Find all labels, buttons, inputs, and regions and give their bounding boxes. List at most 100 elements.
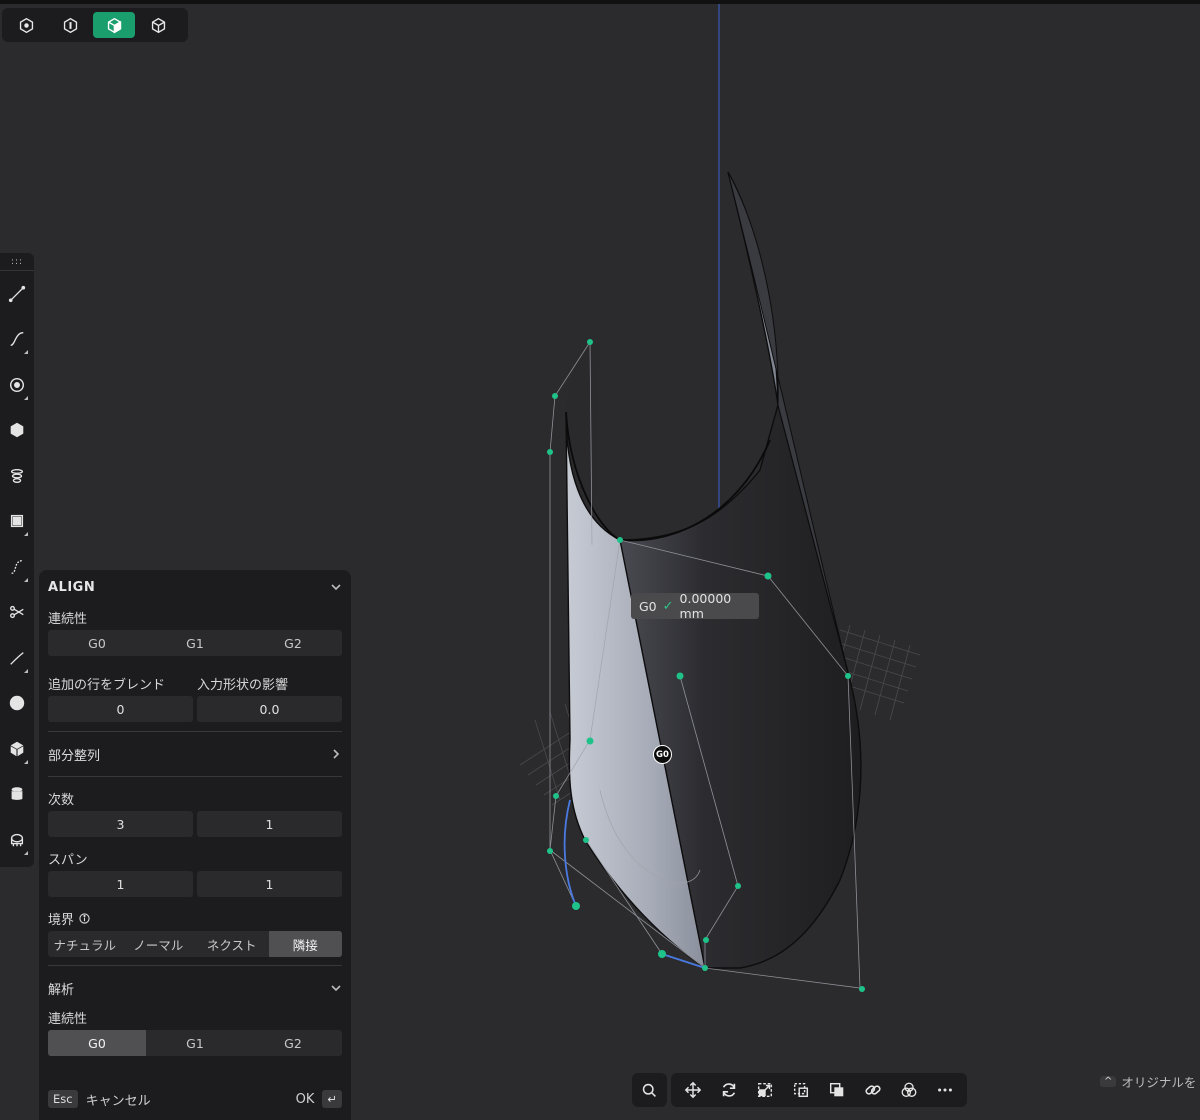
curve-tool-button[interactable]	[0, 317, 34, 363]
continuity-option-g1[interactable]: G1	[146, 630, 244, 656]
search-button[interactable]	[632, 1073, 667, 1107]
ok-label: OK	[295, 1091, 315, 1107]
boolean-icon	[829, 1082, 844, 1097]
blend-curve-button[interactable]	[0, 635, 34, 681]
continuity-label: 連続性	[48, 611, 88, 627]
keyboard-hint: ^ オリジナルを	[1100, 1072, 1196, 1091]
partial-align-label: 部分整列	[48, 748, 101, 764]
rotate-button[interactable]	[714, 1077, 744, 1103]
cylinder-button[interactable]	[0, 772, 34, 818]
boundary-label-row: 境界	[48, 905, 342, 931]
solid-cube-icon	[10, 741, 24, 756]
flyout-indicator-icon	[24, 395, 28, 400]
move-button[interactable]	[678, 1077, 708, 1103]
view-shaded-button[interactable]	[93, 12, 135, 38]
more-button[interactable]	[930, 1077, 960, 1103]
trim-button[interactable]	[0, 590, 34, 636]
loft-tool-icon	[10, 468, 24, 483]
analysis-option-g1[interactable]: G1	[146, 1030, 244, 1056]
color-button[interactable]	[894, 1077, 924, 1103]
continuity-selector: G0 G1 G2	[48, 630, 342, 656]
continuity-option-g0[interactable]: G0	[48, 630, 146, 656]
edit-curve-icon	[11, 559, 23, 574]
cylinder-icon	[11, 787, 23, 801]
boundary-option-normal[interactable]: ノーマル	[122, 931, 196, 957]
loft-tool-button[interactable]	[0, 453, 34, 499]
g0-marker[interactable]: G0	[653, 745, 672, 764]
line-tool-button[interactable]	[0, 271, 34, 317]
more-icon	[938, 1088, 952, 1092]
tooltip-value: 0.00000 mm	[679, 591, 732, 621]
analysis-continuity-selector: G0 G1 G2	[48, 1030, 342, 1056]
view-mode-toolbar	[2, 8, 188, 42]
ok-button[interactable]: OK ↵	[296, 1090, 342, 1108]
boundary-option-next[interactable]: ネクスト	[195, 931, 269, 957]
drag-grip-icon[interactable]: :::	[0, 253, 34, 271]
cancel-button[interactable]: Esc キャンセル	[48, 1090, 151, 1109]
select-box-icon	[793, 1082, 809, 1098]
wire-cube-icon	[151, 17, 165, 33]
align-panel: ALIGN 連続性 G0 G1 G2 追加の行をブレンド 0 入力形状の影響 0…	[39, 570, 351, 1120]
analysis-option-g2[interactable]: G2	[244, 1030, 342, 1056]
analysis-option-g0[interactable]: G0	[48, 1030, 146, 1056]
tool-strip: :::	[0, 253, 34, 867]
ctrl-key-icon: ^	[1100, 1076, 1117, 1087]
curve-tool-icon	[10, 332, 24, 347]
input-influence-input[interactable]: 0.0	[197, 696, 342, 722]
boundary-option-adjacent[interactable]: 隣接	[268, 931, 342, 957]
surface-frame-button[interactable]	[0, 499, 34, 545]
span-u-input[interactable]: 1	[48, 871, 193, 897]
search-icon	[642, 1083, 656, 1097]
shaded-cube-icon	[107, 17, 121, 33]
surface-tip	[727, 171, 779, 406]
boundary-selector: ナチュラル ノーマル ネクスト 隣接	[48, 931, 342, 957]
degree-v-input[interactable]: 1	[197, 811, 342, 837]
tooltip-label: G0	[639, 598, 657, 614]
span-label: スパン	[48, 852, 88, 868]
panel-title: ALIGN	[48, 579, 96, 595]
cancel-label: キャンセル	[85, 1093, 151, 1109]
trim-icon	[10, 606, 24, 619]
hexagon-dot-icon	[19, 17, 33, 33]
blend-rows-input[interactable]: 0	[48, 696, 193, 722]
solid-cube-button[interactable]	[0, 726, 34, 772]
analysis-label: 解析	[48, 982, 75, 998]
flyout-indicator-icon	[24, 532, 28, 536]
half-cube-icon	[63, 17, 77, 33]
scale-button[interactable]	[750, 1077, 780, 1103]
degree-label: 次数	[48, 792, 75, 808]
panel-header[interactable]: ALIGN	[48, 570, 342, 604]
continuity-option-g2[interactable]: G2	[244, 630, 342, 656]
move-icon	[684, 1081, 702, 1099]
info-icon[interactable]	[79, 912, 90, 924]
chevron-down-icon[interactable]	[330, 581, 342, 593]
span-v-input[interactable]: 1	[197, 871, 342, 897]
degree-u-input[interactable]: 3	[48, 811, 193, 837]
analysis-continuity-label: 連続性	[48, 1011, 88, 1027]
edit-curve-button[interactable]	[0, 544, 34, 590]
flyout-indicator-icon	[24, 850, 28, 855]
polygon-tool-button[interactable]	[0, 408, 34, 454]
blend-curve-icon	[10, 651, 24, 665]
link-icon	[865, 1085, 881, 1095]
sphere-button[interactable]	[0, 681, 34, 727]
partial-align-row[interactable]: 部分整列	[48, 732, 342, 776]
view-wireframe-button[interactable]	[137, 12, 179, 38]
surface-frame-icon	[10, 515, 24, 528]
rotate-icon	[722, 1083, 736, 1097]
boolean-button[interactable]	[822, 1077, 852, 1103]
boundary-label: 境界	[48, 912, 75, 928]
link-button[interactable]	[858, 1077, 888, 1103]
view-points-button[interactable]	[5, 12, 47, 38]
circle-tool-icon	[9, 377, 25, 392]
scale-icon	[757, 1082, 773, 1098]
esc-key: Esc	[48, 1090, 78, 1108]
boundary-option-natural[interactable]: ナチュラル	[48, 931, 122, 957]
select-box-button[interactable]	[786, 1077, 816, 1103]
polygon-tool-icon	[10, 423, 24, 438]
analysis-button[interactable]	[0, 817, 34, 863]
view-half-button[interactable]	[49, 12, 91, 38]
transform-toolbar	[671, 1073, 967, 1107]
circle-tool-button[interactable]	[0, 362, 34, 408]
flyout-indicator-icon	[24, 668, 28, 673]
